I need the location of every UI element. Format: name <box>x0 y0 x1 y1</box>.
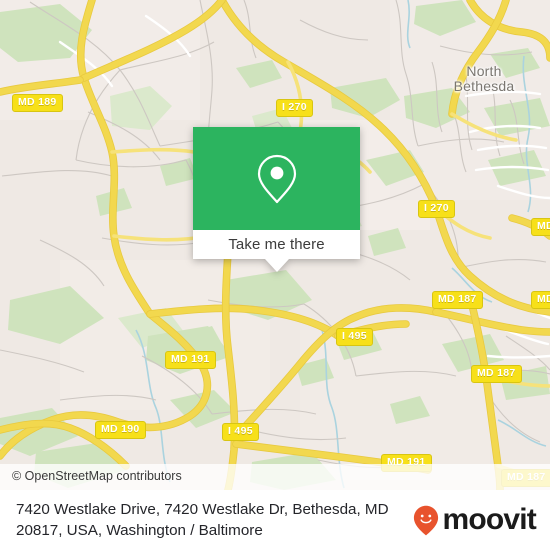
highway-shield-md-edge-top: MD <box>531 218 550 236</box>
location-pin-icon <box>257 154 296 203</box>
callout-pointer-tail <box>264 259 289 272</box>
highway-shield-i-270-east: I 270 <box>418 200 455 218</box>
callout-icon-area <box>193 127 360 230</box>
moovit-smiley-pin-icon <box>414 505 439 535</box>
highway-shield-md-187-north: MD 187 <box>432 291 483 309</box>
address-text: 7420 Westlake Drive, 7420 Westlake Dr, B… <box>16 501 389 539</box>
map-attribution[interactable]: © OpenStreetMap contributors <box>0 464 550 490</box>
highway-shield-i-270: I 270 <box>276 99 313 117</box>
highway-shield-i-495-east: I 495 <box>336 328 373 346</box>
footer-bar: 7420 Westlake Drive, 7420 Westlake Dr, B… <box>0 490 550 550</box>
moovit-wordmark: moovit <box>442 503 536 536</box>
highway-shield-i-495-south: I 495 <box>222 423 259 441</box>
take-me-there-label: Take me there <box>228 236 325 253</box>
moovit-location-card: .pk { fill:#cfe3bd; } .pk2{ fill:#dbe9cc… <box>0 0 550 550</box>
location-callout-card[interactable]: Take me there <box>193 127 360 272</box>
highway-shield-md-191-west: MD 191 <box>165 351 216 369</box>
highway-shield-md-189: MD 189 <box>12 94 63 112</box>
highway-shield-md-187-mid: MD 187 <box>471 365 522 383</box>
take-me-there-button[interactable]: Take me there <box>193 230 360 259</box>
highway-shield-md-edge-mid: MD <box>531 291 550 309</box>
highway-shield-md-190: MD 190 <box>95 421 146 439</box>
moovit-logo[interactable]: moovit <box>413 503 537 536</box>
